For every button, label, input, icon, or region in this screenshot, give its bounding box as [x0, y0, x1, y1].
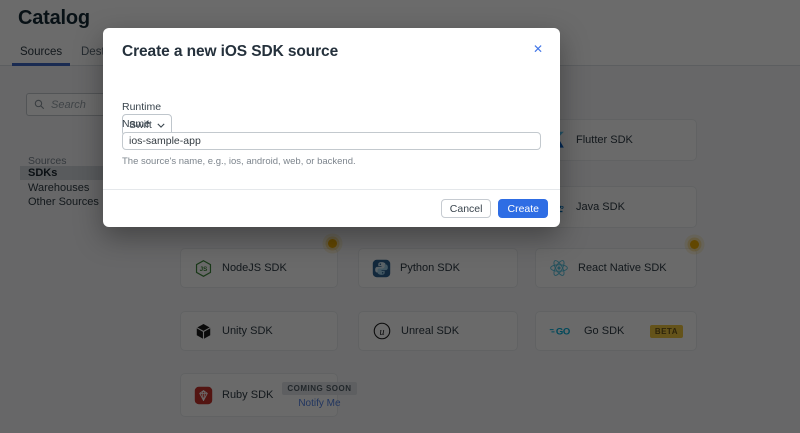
close-icon[interactable]: ✕	[533, 42, 543, 56]
name-input[interactable]	[122, 132, 541, 150]
name-label: Name	[122, 118, 151, 130]
app-root: Catalog Sources Destinations Sources SDK…	[0, 0, 800, 433]
create-source-modal: Create a new iOS SDK source ✕ Runtime Sw…	[103, 28, 560, 227]
chevron-down-icon	[157, 123, 165, 128]
create-button[interactable]: Create	[498, 199, 548, 218]
modal-title: Create a new iOS SDK source	[122, 43, 339, 60]
cancel-button[interactable]: Cancel	[440, 199, 492, 218]
modal-footer: Cancel Create	[103, 189, 560, 227]
runtime-label: Runtime	[122, 101, 162, 113]
name-helper-text: The source's name, e.g., ios, android, w…	[122, 156, 356, 167]
